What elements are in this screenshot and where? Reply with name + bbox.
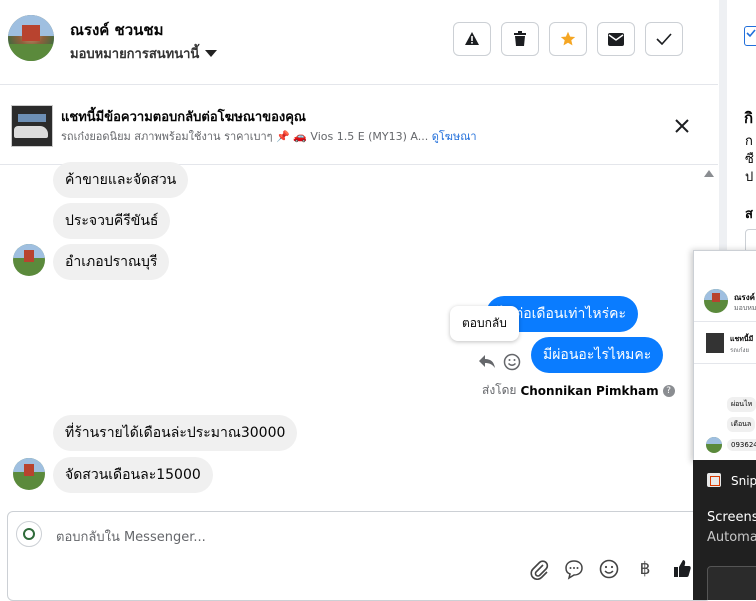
sent-by-prefix: ส่งโดย — [482, 383, 517, 397]
envelope-icon — [608, 32, 624, 46]
ad-thumbnail[interactable] — [11, 105, 53, 147]
close-icon[interactable] — [672, 116, 692, 136]
ad-description: รถเก๋งยอดนิยม สภาพพร้อมใช้งาน ราคาเบาๆ 📌… — [61, 130, 429, 143]
popup-ad-sub: รถเก๋งย — [730, 347, 749, 354]
contact-avatar-small — [13, 244, 45, 276]
warning-icon — [465, 32, 479, 45]
attachment-icon[interactable] — [528, 558, 550, 580]
scroll-up-arrow-icon[interactable] — [704, 170, 714, 177]
trash-icon — [514, 31, 526, 46]
right-panel-line: ป — [745, 170, 754, 185]
page-logo-icon — [16, 521, 42, 547]
ad-banner-subtitle: รถเก๋งยอดนิยม สภาพพร้อมใช้งาน ราคาเบาๆ 📌… — [61, 127, 477, 145]
popup-sub: มอบหม — [734, 304, 756, 312]
snip-action-button[interactable] — [707, 566, 756, 600]
popup-message: เดือนล — [727, 417, 756, 432]
reply-input[interactable]: ตอบกลับใน Messenger... — [56, 526, 206, 547]
popup-ad-title: แชทนี้มี — [730, 335, 754, 343]
assign-label: มอบหมายการสนทนานี้ — [70, 47, 200, 62]
ad-banner-title: แชทนี้มีข้อความตอบกลับต่อโฆษณาของคุณ — [61, 110, 306, 125]
emoji-icon[interactable] — [598, 558, 620, 580]
delete-button[interactable] — [501, 22, 539, 56]
assign-conversation-dropdown[interactable]: มอบหมายการสนทนานี้ — [70, 43, 218, 64]
popup-divider — [694, 321, 756, 322]
header-divider — [0, 84, 718, 85]
right-panel-label: ส — [745, 207, 753, 222]
snip-app-icon — [707, 473, 721, 487]
snip-app-title: Snip — [731, 474, 756, 488]
help-icon[interactable]: ? — [662, 384, 675, 397]
contact-name[interactable]: ณรงค์ ชวนชม — [70, 18, 163, 42]
popup-message: ผ่อนไห — [727, 397, 756, 412]
chat-preview-popup[interactable]: ณรงค์ มอบหม แชทนี้มี รถเก๋งย ผ่อนไห เดือ… — [693, 250, 756, 462]
message-composer[interactable] — [7, 511, 711, 601]
message-bubble-outgoing[interactable]: มีผ่อนอะไรไหมคะ — [531, 337, 664, 373]
reply-icon[interactable] — [478, 354, 496, 370]
right-panel-heading: กิ — [744, 109, 754, 127]
contact-avatar[interactable] — [8, 15, 54, 61]
caret-down-icon — [205, 50, 218, 57]
mark-done-button[interactable] — [645, 22, 683, 56]
sent-by-info: ส่งโดย Chonnikan Pimkham ? — [482, 381, 675, 400]
star-icon — [560, 31, 576, 46]
check-icon — [656, 33, 672, 45]
payment-icon[interactable]: ฿ — [634, 558, 656, 580]
message-bubble-incoming[interactable]: ค้าขายและจัดสวน — [53, 162, 189, 198]
popup-message: 093624 — [727, 439, 756, 451]
message-bubble-incoming[interactable]: ที่ร้านรายได้เดือนล่ะประมาณ30000 — [53, 415, 298, 451]
popup-avatar-small — [706, 437, 722, 453]
star-button[interactable] — [549, 22, 587, 56]
snip-line-1: Screens — [707, 510, 756, 525]
message-bubble-incoming[interactable]: จัดสวนเดือนละ15000 — [53, 457, 213, 493]
saved-replies-icon[interactable] — [563, 558, 585, 580]
report-button[interactable] — [453, 22, 491, 56]
checkbox-icon[interactable] — [744, 26, 756, 46]
mark-unread-button[interactable] — [597, 22, 635, 56]
snip-line-2: Automa — [707, 530, 756, 545]
popup-ad-thumb — [706, 333, 724, 353]
contact-avatar-small — [13, 458, 45, 490]
emoji-reaction-icon[interactable] — [503, 353, 521, 371]
popup-divider — [694, 363, 756, 364]
popup-avatar — [704, 289, 728, 313]
snip-notification[interactable]: Snip Screens Automa — [693, 460, 756, 600]
message-bubble-incoming[interactable]: ประจวบคีรีขันธ์ — [53, 203, 171, 239]
sender-name: Chonnikan Pimkham — [520, 383, 659, 398]
view-ad-link[interactable]: ดูโฆษณา — [432, 130, 477, 143]
message-bubble-incoming[interactable]: อำเภอปราณบุรี — [53, 244, 170, 280]
thumbs-up-icon[interactable] — [671, 558, 693, 580]
reply-tooltip: ตอบกลับ — [450, 306, 519, 341]
